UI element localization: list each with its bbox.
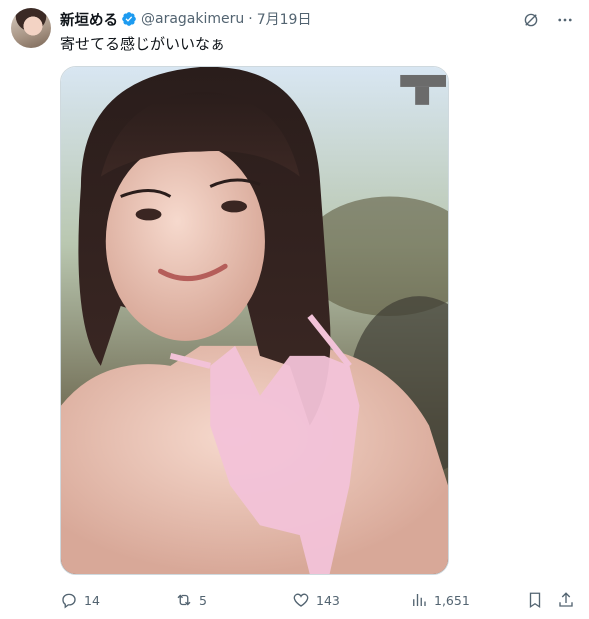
separator-dot: · <box>248 11 253 27</box>
author-avatar[interactable] <box>11 8 51 48</box>
verified-badge-icon <box>122 12 136 26</box>
reply-icon <box>62 593 76 609</box>
tweet-top-actions <box>521 10 575 30</box>
like-button[interactable]: 143 <box>292 590 340 610</box>
author-handle[interactable]: @aragakimeru <box>141 11 244 27</box>
repost-button[interactable]: 5 <box>175 590 207 610</box>
repost-icon <box>177 594 191 606</box>
reply-count: 14 <box>84 592 100 608</box>
bookmark-button[interactable] <box>526 590 544 610</box>
views-count: 1,651 <box>434 592 470 608</box>
tweet-photo[interactable] <box>60 66 449 575</box>
like-count: 143 <box>316 592 340 608</box>
like-icon <box>293 593 309 607</box>
tweet-date[interactable]: 7月19日 <box>257 9 312 29</box>
photo-illustration <box>61 67 448 574</box>
reply-button[interactable]: 14 <box>60 590 100 610</box>
views-button[interactable]: 1,651 <box>410 590 470 610</box>
tweet-header: 新垣める @aragakimeru · 7月19日 <box>60 9 312 30</box>
bookmark-icon <box>529 592 541 609</box>
tweet-text: 寄せてる感じがいいなぁ <box>60 35 226 53</box>
share-button[interactable] <box>557 590 575 610</box>
more-icon[interactable] <box>555 10 575 30</box>
author-name[interactable]: 新垣める <box>60 9 118 30</box>
views-icon <box>413 594 426 606</box>
share-icon <box>559 592 573 607</box>
tweet-action-bar: 14 5 143 1,651 <box>60 590 580 610</box>
repost-count: 5 <box>199 592 207 608</box>
grok-icon[interactable] <box>521 10 541 30</box>
